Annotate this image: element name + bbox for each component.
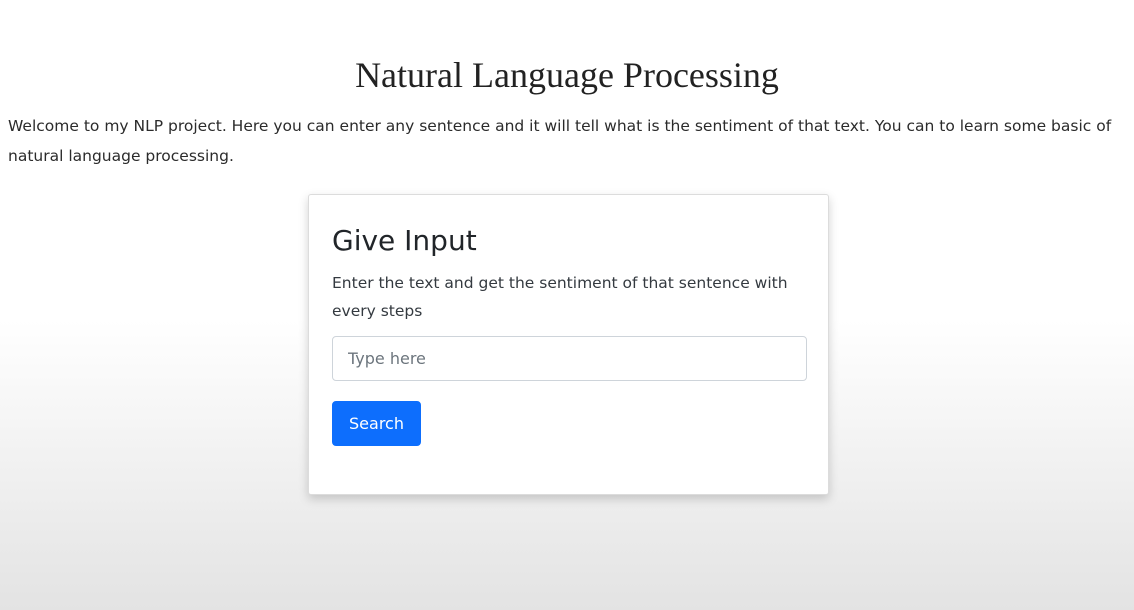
card-title: Give Input	[332, 224, 477, 257]
page-title: Natural Language Processing	[355, 55, 779, 95]
intro-text: Welcome to my NLP project. Here you can …	[8, 117, 1112, 165]
card-description: Enter the text and get the sentiment of …	[332, 274, 788, 320]
text-input[interactable]	[332, 336, 807, 381]
input-card: Give Input Enter the text and get the se…	[308, 194, 829, 495]
search-button[interactable]: Search	[332, 401, 421, 446]
